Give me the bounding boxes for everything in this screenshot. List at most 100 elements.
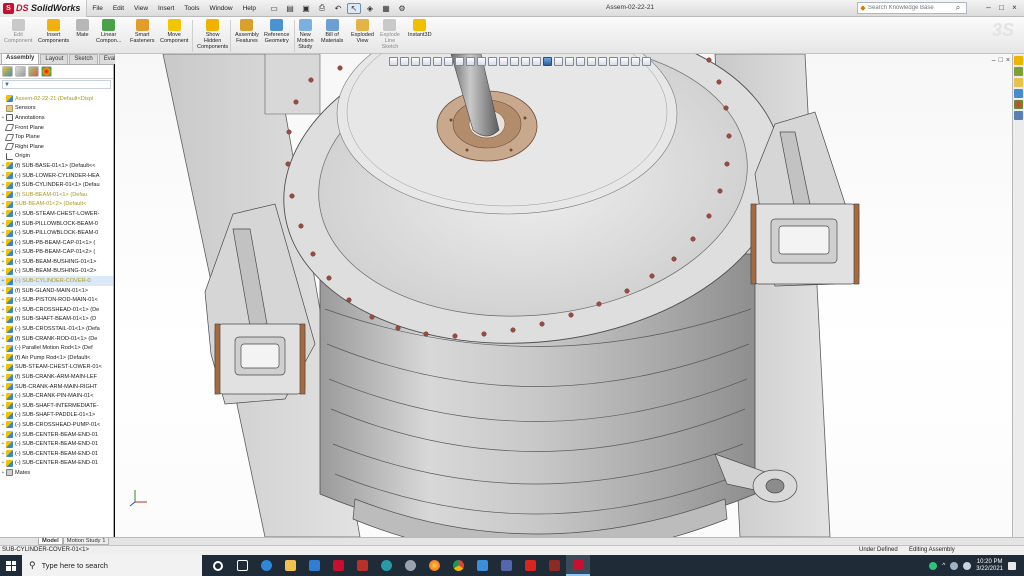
mail-icon[interactable] bbox=[302, 555, 326, 576]
app-darkred-icon[interactable] bbox=[542, 555, 566, 576]
move-component-button[interactable]: Move Component bbox=[160, 19, 188, 44]
viewport-close-icon[interactable]: × bbox=[1006, 57, 1010, 64]
app-blue-icon[interactable] bbox=[494, 555, 518, 576]
explode-line-sketch-button[interactable]: Explode Line Sketch bbox=[380, 19, 400, 50]
viewport-restore-icon[interactable]: □ bbox=[999, 57, 1003, 64]
solidworks-logo[interactable]: S DS SolidWorks bbox=[0, 0, 88, 17]
previous-view-icon[interactable] bbox=[411, 57, 420, 66]
tree-item[interactable]: Sensors bbox=[0, 104, 113, 114]
menu-view[interactable]: View bbox=[129, 0, 153, 17]
tree-item[interactable]: + (-) SUB-CENTER-BEAM-END-01 bbox=[0, 449, 113, 459]
shadows-icon[interactable] bbox=[631, 57, 640, 66]
shaded-with-edges-icon[interactable] bbox=[543, 57, 552, 66]
hide-show-items-icon[interactable] bbox=[466, 57, 475, 66]
solidworks-resources-icon[interactable] bbox=[1014, 56, 1023, 65]
select-arrow-icon[interactable]: ↖ bbox=[346, 2, 361, 14]
tree-item[interactable]: + (-) SUB-STEAM-CHEST-LOWER- bbox=[0, 209, 113, 219]
clock[interactable]: 10:20 PM 3/22/2021 bbox=[976, 559, 1003, 573]
bill-of-materials-button[interactable]: Bill of Materials bbox=[321, 19, 343, 44]
linear-component-pattern-button[interactable]: Linear Compon... bbox=[96, 19, 121, 44]
tree-item[interactable]: + (-) SUB-CENTER-BEAM-END-01 bbox=[0, 439, 113, 449]
app-red-icon[interactable] bbox=[350, 555, 374, 576]
tree-item[interactable]: + (-) SUB-BEAM-BUSHING-01<1> bbox=[0, 257, 113, 267]
tree-item[interactable]: + (f) SUB-PILLOWBLOCK-BEAM-0 bbox=[0, 219, 113, 229]
app-teal-icon[interactable] bbox=[374, 555, 398, 576]
new-motion-study-button[interactable]: New Motion Study bbox=[297, 19, 314, 50]
rebuild-icon[interactable]: ◈ bbox=[363, 3, 377, 14]
tree-item[interactable]: + SUB-BEAM-01<2> (Default< bbox=[0, 200, 113, 210]
mate-button[interactable]: Mate bbox=[76, 19, 89, 38]
view-palette-icon[interactable] bbox=[1014, 89, 1023, 98]
tree-item[interactable]: + (-) SUB-BEAM-BUSHING-01<2> bbox=[0, 267, 113, 277]
open-folder-icon[interactable]: ▤ bbox=[283, 3, 297, 14]
solidworks-taskbar-icon[interactable] bbox=[326, 555, 350, 576]
tree-item[interactable]: + (-) Parallel Motion Rod<1> (Def bbox=[0, 343, 113, 353]
tree-item[interactable]: + (-) SUB-PB-BEAM-CAP-01<1> ( bbox=[0, 238, 113, 248]
tray-overflow-icon[interactable]: ^ bbox=[942, 562, 945, 569]
notifications-icon[interactable] bbox=[1008, 561, 1016, 570]
dynamic-annotation-icon[interactable] bbox=[433, 57, 442, 66]
zoom-to-fit-icon[interactable] bbox=[389, 57, 398, 66]
edge-icon[interactable] bbox=[254, 555, 278, 576]
tree-filter[interactable]: ▼ bbox=[2, 80, 111, 89]
menu-file[interactable]: File bbox=[87, 0, 107, 17]
tree-item[interactable]: + (-) SUB-CENTER-BEAM-END-01 bbox=[0, 430, 113, 440]
tree-item[interactable]: Assem-02-22-21 (Default<Displ bbox=[0, 94, 113, 104]
realview-icon[interactable] bbox=[620, 57, 629, 66]
hidden-lines-removed-icon[interactable] bbox=[532, 57, 541, 66]
edit-component-button[interactable]: Edit Component bbox=[4, 19, 32, 44]
options-gear-icon[interactable]: ⚙ bbox=[395, 3, 409, 14]
file-explorer-icon[interactable] bbox=[278, 555, 302, 576]
file-properties-icon[interactable]: ▦ bbox=[379, 3, 393, 14]
task-view-icon[interactable] bbox=[230, 555, 254, 576]
undo-icon[interactable]: ↶ bbox=[331, 3, 345, 14]
tree-item[interactable]: + (-) SUB-LOWER-CYLINDER-HEA bbox=[0, 171, 113, 181]
zoom-to-area-icon[interactable] bbox=[400, 57, 409, 66]
property-manager-icon[interactable] bbox=[15, 66, 26, 77]
tree-item[interactable]: Front Plane bbox=[0, 123, 113, 133]
tree-item[interactable]: + (f) SUB-SHAFT-BEAM-01<1> (D bbox=[0, 315, 113, 325]
cartoon-icon[interactable] bbox=[576, 57, 585, 66]
photos-icon[interactable] bbox=[470, 555, 494, 576]
save-icon[interactable]: ▣ bbox=[299, 3, 313, 14]
tab-model[interactable]: Model bbox=[38, 538, 63, 545]
tab-assembly[interactable]: Assembly bbox=[1, 53, 40, 64]
minimize-icon[interactable]: – bbox=[983, 2, 994, 13]
appearances-icon[interactable] bbox=[1014, 100, 1023, 109]
edit-appearance-icon[interactable] bbox=[477, 57, 486, 66]
knowledge-base-search[interactable]: ◆ ⌕ bbox=[857, 2, 967, 14]
tree-item[interactable]: + (f) SUB-CRANK-ROD-01<1> (De bbox=[0, 334, 113, 344]
chrome-icon[interactable] bbox=[446, 555, 470, 576]
viewport-minimize-icon[interactable]: – bbox=[992, 57, 996, 64]
view-orientation-icon[interactable] bbox=[444, 57, 453, 66]
show-hidden-components-button[interactable]: Show Hidden Components bbox=[197, 19, 228, 50]
tree-item[interactable]: Right Plane bbox=[0, 142, 113, 152]
ambient-occlusion-icon[interactable] bbox=[642, 57, 651, 66]
custom-properties-icon[interactable] bbox=[1014, 111, 1023, 120]
display-style-icon[interactable] bbox=[455, 57, 464, 66]
tree-item[interactable]: + (-) SUB-PISTON-ROD-MAIN-01< bbox=[0, 295, 113, 305]
design-library-icon[interactable] bbox=[1014, 67, 1023, 76]
tree-item[interactable]: + Mates bbox=[0, 468, 113, 478]
smart-fasteners-button[interactable]: Smart Fasteners bbox=[130, 19, 154, 44]
wireframe-icon[interactable] bbox=[510, 57, 519, 66]
tree-item[interactable]: Origin bbox=[0, 152, 113, 162]
tree-item[interactable]: + (f) SUB-BEAM-01<1> (Defau bbox=[0, 190, 113, 200]
camera-icon[interactable] bbox=[587, 57, 596, 66]
hidden-lines-visible-icon[interactable] bbox=[521, 57, 530, 66]
menu-insert[interactable]: Insert bbox=[153, 0, 179, 17]
menu-edit[interactable]: Edit bbox=[108, 0, 129, 17]
exploded-view-button[interactable]: Exploded View bbox=[351, 19, 374, 44]
menu-tools[interactable]: Tools bbox=[179, 0, 204, 17]
cortana-icon[interactable] bbox=[206, 555, 230, 576]
menu-window[interactable]: Window bbox=[204, 0, 237, 17]
view-settings-icon[interactable] bbox=[499, 57, 508, 66]
firefox-icon[interactable] bbox=[422, 555, 446, 576]
section-view-icon[interactable] bbox=[422, 57, 431, 66]
network-icon[interactable] bbox=[950, 561, 959, 570]
acrobat-icon[interactable] bbox=[518, 555, 542, 576]
configuration-manager-icon[interactable] bbox=[28, 66, 39, 77]
graphics-area[interactable]: – □ × bbox=[115, 54, 1012, 537]
solidworks-active-icon[interactable] bbox=[566, 555, 590, 576]
tab-motion-study-1[interactable]: Motion Study 1 bbox=[62, 538, 110, 545]
